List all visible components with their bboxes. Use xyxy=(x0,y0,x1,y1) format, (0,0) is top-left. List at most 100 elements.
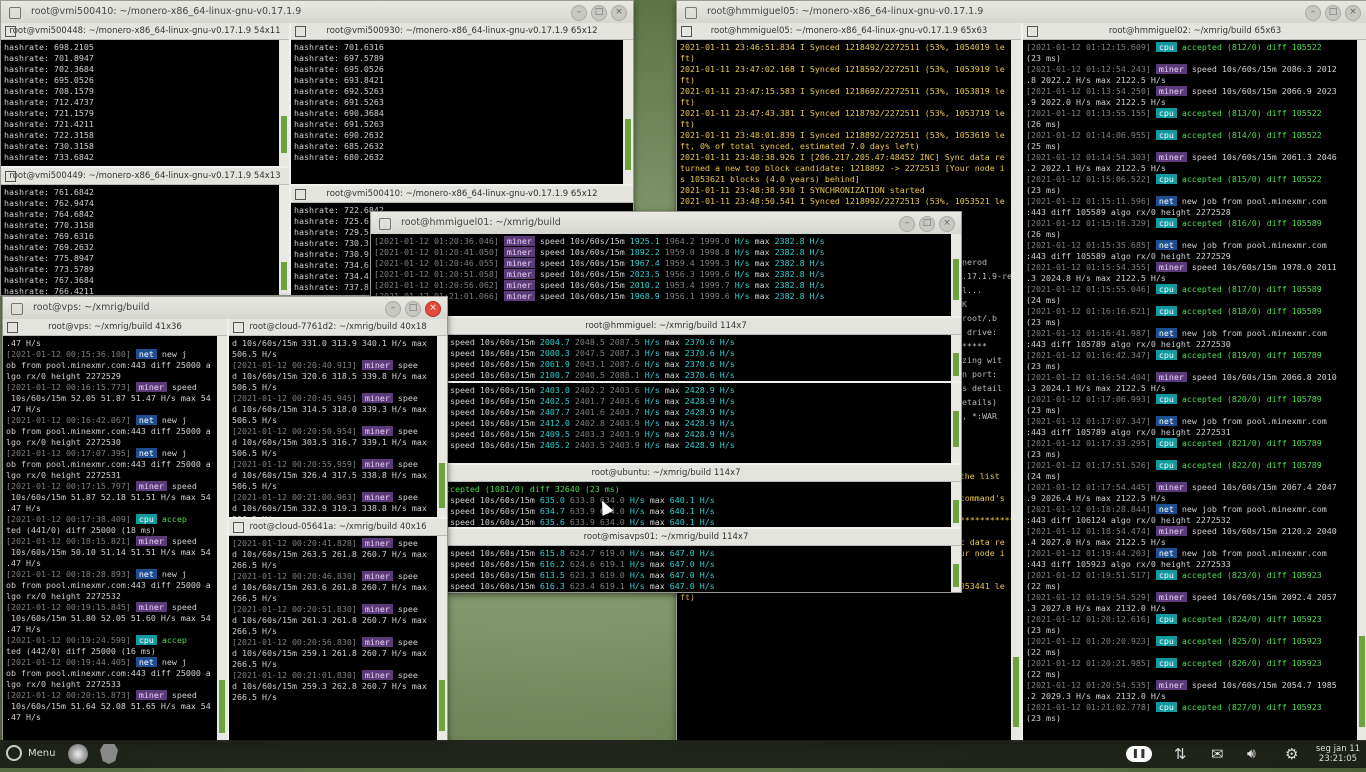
terminal-line: (23 ms) xyxy=(1026,361,1061,371)
clock[interactable]: seg jan 11 23:21:05 xyxy=(1312,744,1364,764)
close-button[interactable]: × xyxy=(1345,5,1361,21)
minimize-button[interactable]: – xyxy=(385,301,401,317)
miner-tag: miner xyxy=(503,247,535,257)
close-button[interactable]: × xyxy=(425,301,441,317)
pane-title: root@hmmiguel05: ~/monero-x86_64-linux-g… xyxy=(710,26,988,36)
log-text: spee xyxy=(392,538,418,548)
terminal-line: 37.438] cpu accepted (1081/0) diff 32640… xyxy=(374,484,948,495)
terminal-line: .47 H/s xyxy=(6,404,41,414)
minimize-button[interactable]: – xyxy=(571,5,587,21)
terminal-line: [2021-01-12 01:17:51.526] cpu accepted (… xyxy=(1026,460,1354,471)
terminal-pane-hmmiguel[interactable]: root@hmmiguel: ~/xmrig/build 114x7 36.46… xyxy=(371,318,961,381)
obscured-text: ol... xyxy=(957,285,982,295)
terminal-window-hmmiguel01[interactable]: root@hmmiguel01: ~/xmrig/build – □ × [2021… xyxy=(370,211,962,593)
log-text: accepted (817/0) diff 105589 xyxy=(1176,284,1322,294)
terminal-line: [2021-01-12 00:16:42.067] net new j xyxy=(6,415,214,426)
scrollbar[interactable] xyxy=(951,383,961,463)
terminal-line: hashrate: 764.6842 xyxy=(4,209,94,219)
obscured-text: ****** xyxy=(957,341,987,351)
terminal-pane-vmi500930[interactable]: root@vmi500930: ~/monero-x86_64-linux-gn… xyxy=(291,23,633,184)
scrollbar[interactable] xyxy=(951,482,961,527)
terminal-line: ft) xyxy=(680,592,695,602)
close-button[interactable]: × xyxy=(611,5,627,21)
scrollbar[interactable] xyxy=(279,185,289,295)
maximize-button[interactable]: □ xyxy=(1325,5,1341,21)
scrollbar[interactable] xyxy=(217,336,227,741)
speed-60s-15m: 1959.0 1998.8 xyxy=(664,247,735,257)
terminal-pane-cloud-7761d2[interactable]: root@cloud-7761d2: ~/xmrig/build 40x18 d… xyxy=(229,319,447,517)
max-label: max xyxy=(664,348,685,358)
scrollbar[interactable] xyxy=(279,40,289,166)
menu-button[interactable]: Menu xyxy=(6,744,62,764)
taskbar-app-icon[interactable] xyxy=(68,744,90,764)
terminal-line: 2021-01-11 23:48:01.839 I Synced 1218892… xyxy=(680,130,1005,140)
terminal-line: lgo rx/0 height 2272530 xyxy=(6,437,121,447)
speed-label: speed 10s/60s/15m xyxy=(444,559,540,569)
terminal-line: 2021-01-11 23:48:38.926 I [206.217.205.4… xyxy=(680,152,1005,162)
timestamp: [2021-01-12 00:20:15.873] xyxy=(6,690,136,700)
max-label: max xyxy=(649,495,670,505)
maximize-button[interactable]: □ xyxy=(591,5,607,21)
terminal-line: [2021-01-12 01:17:33.295] cpu accepted (… xyxy=(1026,438,1354,449)
menu-label: Menu xyxy=(28,748,56,759)
timestamp: [2021-01-12 01:13:54.250] xyxy=(1026,86,1156,96)
terminal-pane-vps[interactable]: root@vps: ~/xmrig/build 41x36 .47 H/s [20… xyxy=(3,319,227,741)
unit: H/s xyxy=(644,396,665,406)
scrollbar[interactable] xyxy=(1357,40,1366,741)
terminal-pane-cloud-05641a[interactable]: root@cloud-05641a: ~/xmrig/build 40x16 [… xyxy=(229,519,447,741)
terminal-line: .47 H/s xyxy=(6,558,41,568)
max-label: max xyxy=(649,581,670,591)
speed-60s-15m: 2403.3 2403.9 xyxy=(574,429,645,439)
terminal-pane-hmmiguel02[interactable]: root@hmmiguel02: ~/xmrig/build 65x63 [20… xyxy=(1023,23,1366,741)
miner-tag: miner xyxy=(135,536,167,546)
unit: H/s xyxy=(644,359,665,369)
scrollbar[interactable] xyxy=(951,234,961,316)
tray-network-icon[interactable]: ⇅ xyxy=(1174,744,1192,764)
speed-60s-15m: 2401.7 2403.6 xyxy=(574,396,645,406)
max-label: max xyxy=(664,440,685,450)
timestamp: [2021-01-12 01:20:20.923] xyxy=(1026,636,1156,646)
pane-title: root@vmi500448: ~/monero-x86_64-linux-gn… xyxy=(9,26,281,36)
unit: H/s xyxy=(629,495,650,505)
maximize-button[interactable]: □ xyxy=(919,216,935,232)
scrollbar[interactable] xyxy=(951,335,961,381)
scrollbar[interactable] xyxy=(1011,40,1021,741)
timestamp: [2021-01-12 01:14:54.303] xyxy=(1026,152,1156,162)
speed-label: speed 10s/60s/15m xyxy=(444,418,540,428)
terminal-line: [2021-01-12 01:15:54.355] miner speed 10… xyxy=(1026,262,1354,273)
log-text: accepted (813/0) diff 105522 xyxy=(1176,108,1322,118)
scrollbar[interactable] xyxy=(623,40,633,184)
scrollbar[interactable] xyxy=(437,336,447,517)
tray-pause-icon[interactable]: ❚❚ xyxy=(1126,744,1154,764)
terminal-line: 506.5 H/s xyxy=(232,481,277,491)
net-tag: net xyxy=(135,415,157,425)
terminal-pane-vmi500449[interactable]: root@vmi500449: ~/monero-x86_64-linux-gn… xyxy=(1,168,289,295)
taskbar-brave-icon[interactable] xyxy=(100,744,122,764)
terminal-window-vps[interactable]: root@vps: ~/xmrig/build – □ × root@vps: ~/… xyxy=(2,296,448,742)
log-text: speed 10s/60s/15m 2061.3 2046 xyxy=(1186,152,1337,162)
tray-settings-icon[interactable]: ⚙ xyxy=(1285,744,1305,764)
timestamp: [2021-01-12 00:20:46.830] xyxy=(232,571,362,581)
scrollbar[interactable] xyxy=(951,546,961,592)
terminal-pane-hmmiguel-2[interactable]: 35.199] miner speed 10s/60s/15m 2403.0 2… xyxy=(371,383,961,463)
tray-volume-icon[interactable]: 🔊︎ xyxy=(1247,744,1267,764)
terminal-line: [2021-01-12 01:12:54.243] miner speed 10… xyxy=(1026,64,1354,75)
speed-max: 640.1 H/s xyxy=(669,517,715,527)
terminal-pane-hmmiguel01[interactable]: [2021-01-12 01:20:36.046] miner speed 10… xyxy=(371,234,961,316)
speed-10s: 2407.7 xyxy=(539,407,575,417)
close-button[interactable]: × xyxy=(939,216,955,232)
maximize-button[interactable]: □ xyxy=(405,301,421,317)
speed-line: 46.469] miner speed 10s/60s/15m 2061.9 2… xyxy=(374,359,948,370)
minimize-button[interactable]: – xyxy=(1305,5,1321,21)
minimize-button[interactable]: – xyxy=(899,216,915,232)
speed-label: speed 10s/60s/15m xyxy=(444,506,540,516)
terminal-pane-ubuntu[interactable]: root@ubuntu: ~/xmrig/build 114x7 37.438]… xyxy=(371,465,961,527)
scrollbar[interactable] xyxy=(437,536,447,741)
terminal-line: hashrate: 721.1579 xyxy=(4,108,94,118)
terminal-pane-vmi500448[interactable]: root@vmi500448: ~/monero-x86_64-linux-gn… xyxy=(1,23,289,166)
terminal-pane-misavps01[interactable]: root@misavps01: ~/xmrig/build 114x7 37.0… xyxy=(371,529,961,592)
terminal-line: d 10s/60s/15m 314.5 318.0 339.3 H/s max xyxy=(232,404,427,414)
tray-mail-icon[interactable]: ✉ xyxy=(1211,744,1231,764)
terminal-line: hashrate: 690.3684 xyxy=(294,108,384,118)
miner-tag: miner xyxy=(1155,64,1187,74)
